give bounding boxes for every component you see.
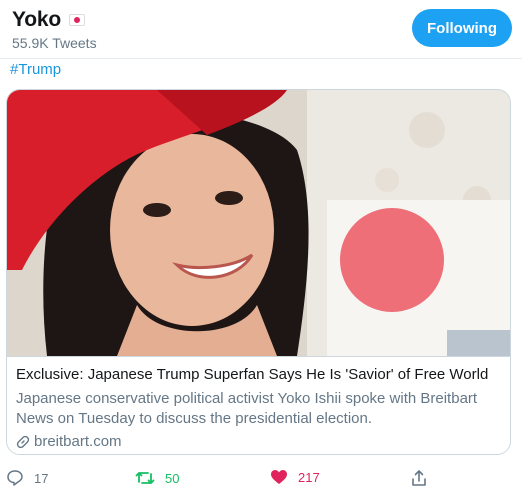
- following-button[interactable]: Following: [412, 9, 512, 47]
- card-domain: breitbart.com: [16, 433, 122, 450]
- card-domain-text: breitbart.com: [34, 433, 122, 450]
- tweet-actions: 17 50 217: [0, 465, 522, 495]
- retweet-icon: [135, 472, 155, 484]
- retweet-count: 50: [165, 470, 180, 486]
- share-button[interactable]: [410, 469, 428, 487]
- card-title: Exclusive: Japanese Trump Superfan Says …: [16, 366, 489, 383]
- reply-icon: [7, 470, 23, 486]
- heart-icon: [271, 470, 287, 484]
- card-description: Japanese conservative political activist…: [16, 390, 478, 427]
- like-button[interactable]: 217: [270, 469, 320, 485]
- hashtag-link[interactable]: #Trump: [10, 61, 61, 78]
- reply-button[interactable]: 17: [6, 469, 48, 487]
- profile-header: Yoko 55.9K Tweets Following: [0, 0, 522, 59]
- name-row: Yoko: [12, 8, 85, 32]
- card-image[interactable]: [7, 90, 510, 356]
- retweet-button[interactable]: 50: [135, 469, 179, 487]
- tweet-count: 55.9K Tweets: [12, 35, 97, 51]
- link-card[interactable]: Exclusive: Japanese Trump Superfan Says …: [6, 89, 511, 455]
- card-photo: [7, 90, 510, 356]
- card-body[interactable]: Exclusive: Japanese Trump Superfan Says …: [7, 356, 510, 454]
- like-count: 217: [298, 469, 320, 485]
- share-icon: [412, 470, 426, 486]
- link-icon: [16, 435, 30, 449]
- japan-flag-icon: [68, 14, 85, 26]
- display-name[interactable]: Yoko: [12, 8, 61, 32]
- reply-count: 17: [34, 470, 49, 486]
